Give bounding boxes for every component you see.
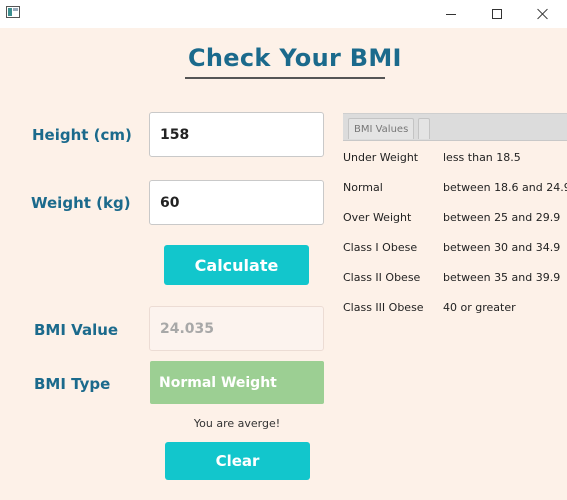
bmi-type-result: Normal Weight [150,361,324,404]
height-label: Height (cm) [32,126,132,144]
close-button[interactable] [520,0,566,28]
bmi-range: between 18.6 and 24.9 [443,181,567,194]
bmi-table-row: Class II Obese between 35 and 39.9 [343,271,567,287]
weight-label: Weight (kg) [31,194,131,212]
height-input[interactable] [149,112,324,157]
bmi-category: Class III Obese [343,301,424,314]
bmi-value-field [149,306,324,351]
bmi-table-row: Under Weight less than 18.5 [343,151,567,167]
minimize-icon [446,13,456,15]
bmi-range: between 35 and 39.9 [443,271,561,284]
bmi-type-label: BMI Type [34,375,111,393]
bmi-range: 40 or greater [443,301,516,314]
calculate-button[interactable]: Calculate [164,245,309,285]
bmi-category: Over Weight [343,211,412,224]
bmi-category: Normal [343,181,383,194]
bmi-category: Class I Obese [343,241,418,254]
tab-stub [418,118,430,139]
window-titlebar [0,0,567,28]
maximize-icon [492,9,502,19]
bmi-tabs-header: BMI Values [343,113,567,141]
bmi-table-row: Normal between 18.6 and 24.9 [343,181,567,197]
bmi-value-label: BMI Value [34,321,119,339]
title-underline [185,77,385,79]
bmi-range: between 30 and 34.9 [443,241,561,254]
bmi-table-row: Class III Obese 40 or greater [343,301,567,317]
status-message: You are averge! [193,417,281,430]
maximize-button[interactable] [474,0,520,28]
bmi-table-row: Over Weight between 25 and 29.9 [343,211,567,227]
app-icon [6,6,20,18]
clear-button[interactable]: Clear [165,442,310,480]
bmi-range: less than 18.5 [443,151,521,164]
bmi-range: between 25 and 29.9 [443,211,561,224]
bmi-category: Under Weight [343,151,419,164]
bmi-table-row: Class I Obese between 30 and 34.9 [343,241,567,257]
weight-input[interactable] [149,180,324,225]
page-title: Check Your BMI [188,44,402,72]
tab-bmi-values[interactable]: BMI Values [348,118,415,139]
minimize-button[interactable] [428,0,474,28]
close-icon [537,8,549,20]
bmi-category: Class II Obese [343,271,421,284]
